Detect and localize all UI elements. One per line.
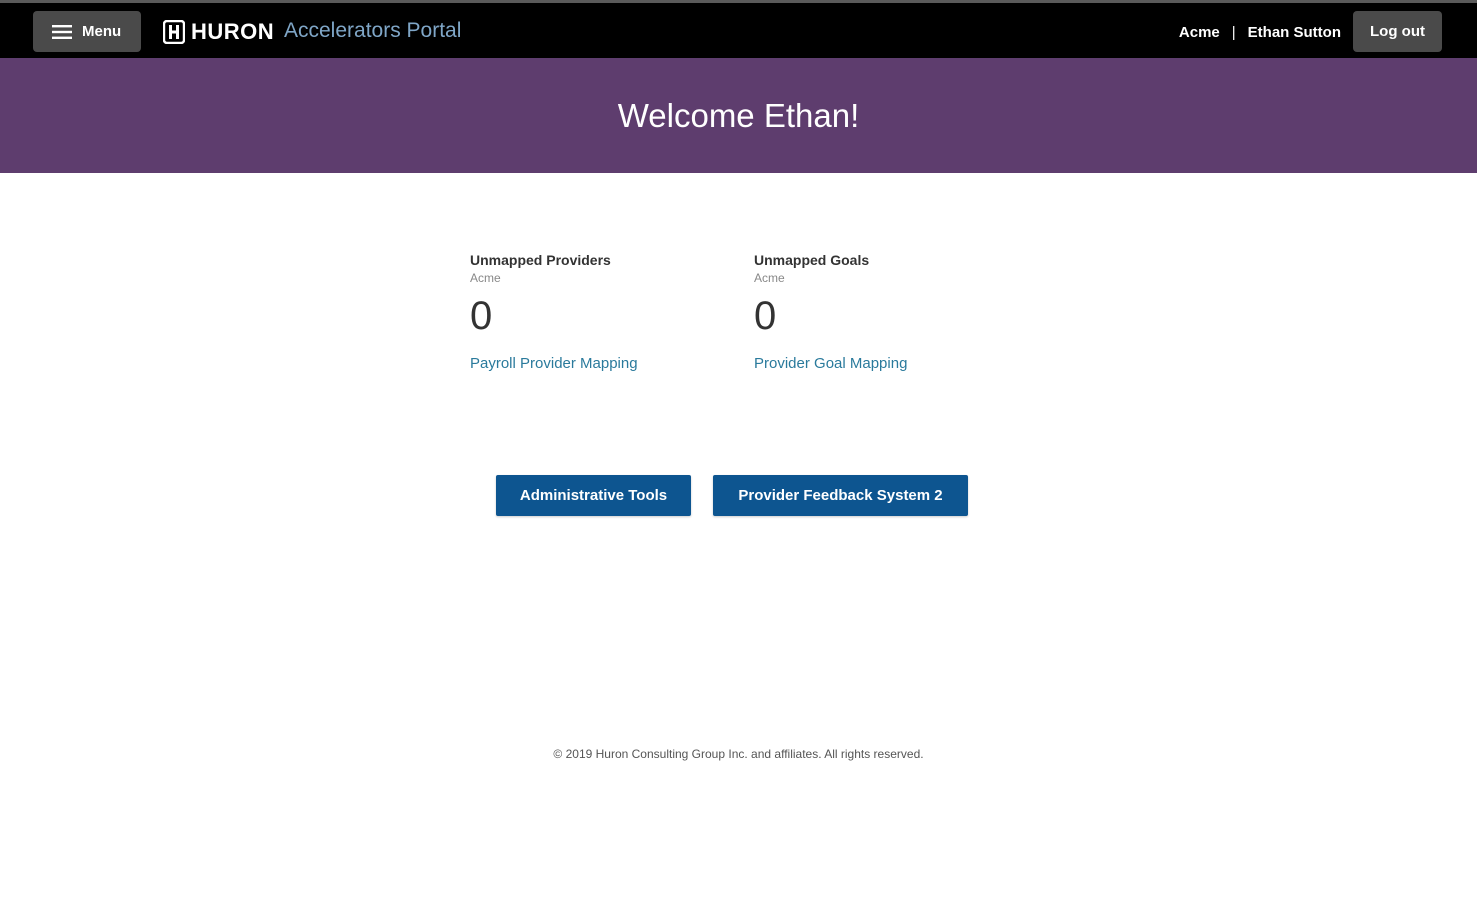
stat-title: Unmapped Goals — [754, 252, 870, 268]
hamburger-icon — [52, 24, 72, 39]
stat-value: 0 — [470, 294, 493, 338]
huron-logo-icon — [163, 20, 185, 44]
stat-title: Unmapped Providers — [470, 252, 611, 268]
stat-organization: Acme — [470, 271, 501, 285]
provider-goal-mapping-link[interactable]: Provider Goal Mapping — [754, 354, 907, 374]
stat-unmapped-goals: Unmapped Goals Acme 0 Provider Goal Mapp… — [754, 250, 994, 374]
menu-button[interactable]: Menu — [33, 11, 141, 52]
user-name: Ethan Sutton — [1247, 23, 1341, 41]
stat-value: 0 — [754, 294, 777, 338]
user-info-separator: | — [1231, 23, 1236, 41]
top-navbar: Menu HURON Accelerators Portal Acme | Et… — [0, 0, 1477, 58]
administrative-tools-button[interactable]: Administrative Tools — [496, 475, 691, 516]
logo-text: HURON — [191, 19, 275, 44]
huron-logo[interactable]: HURON — [163, 18, 274, 46]
organization-name: Acme — [1178, 23, 1220, 41]
stat-organization: Acme — [754, 271, 785, 285]
menu-button-label: Menu — [82, 23, 122, 40]
welcome-banner: Welcome Ethan! — [0, 58, 1477, 173]
footer-copyright: © 2019 Huron Consulting Group Inc. and a… — [553, 747, 924, 761]
user-info: Acme | Ethan Sutton — [1179, 20, 1341, 44]
stat-unmapped-providers: Unmapped Providers Acme 0 Payroll Provid… — [470, 250, 710, 374]
payroll-provider-mapping-link[interactable]: Payroll Provider Mapping — [470, 354, 638, 374]
welcome-heading: Welcome Ethan! — [617, 96, 860, 134]
portal-title: Accelerators Portal — [284, 19, 462, 42]
provider-feedback-system-button[interactable]: Provider Feedback System 2 — [713, 475, 968, 516]
logout-button[interactable]: Log out — [1353, 11, 1442, 52]
